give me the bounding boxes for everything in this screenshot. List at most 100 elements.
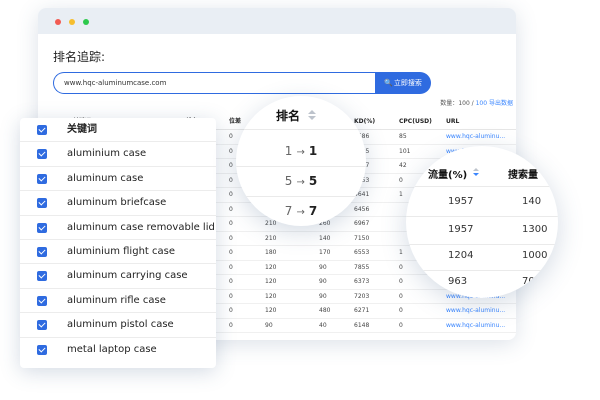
search-button-label: 立即搜索	[393, 79, 422, 87]
keyword-checkbox[interactable]	[37, 320, 47, 331]
cell-b: 480	[319, 307, 331, 314]
keyword-label: aluminum case	[67, 172, 144, 184]
sort-icon[interactable]	[308, 110, 316, 122]
keyword-label: metal laptop case	[67, 343, 157, 355]
cell-kd: 6373	[354, 278, 370, 285]
search-icon: 🔍	[384, 79, 393, 87]
minimize-window-button[interactable]	[69, 19, 75, 25]
list-item[interactable]: aluminum case removable lid	[20, 216, 216, 240]
keyword-list-header-label: 关键词	[67, 124, 97, 135]
rank-to: 1	[308, 144, 318, 158]
cell-kd: 7203	[354, 292, 370, 300]
traffic-value: 1957	[448, 196, 474, 207]
traffic-column-header[interactable]: 流量(%)	[428, 166, 467, 181]
cell-a: 120	[265, 263, 277, 271]
cell-a: 180	[265, 249, 277, 256]
cell-pos: 0	[229, 263, 233, 271]
keyword-checkbox[interactable]	[37, 246, 47, 257]
keyword-label: aluminium flight case	[67, 245, 175, 257]
rank-to: 5	[308, 174, 318, 188]
export-data-link[interactable]: 导出数据	[489, 100, 513, 107]
keyword-label: aluminum rifle case	[67, 294, 166, 306]
keyword-checkbox[interactable]	[37, 271, 47, 282]
keyword-list-header: 关键词	[20, 118, 216, 143]
keyword-checkbox[interactable]	[37, 295, 47, 306]
arrow-right-icon: →	[296, 207, 305, 218]
cell-a: 90	[265, 321, 273, 329]
list-item[interactable]: aluminum briefcase	[20, 191, 216, 216]
rank-from: 1	[284, 144, 293, 158]
maximize-window-button[interactable]	[83, 19, 89, 25]
list-item[interactable]: aluminum carrying case	[20, 264, 216, 289]
cell-b: 90	[319, 278, 327, 285]
search-input[interactable]: www.hqc-aluminumcase.com	[53, 72, 375, 94]
rank-zoom-header[interactable]: 排名	[276, 107, 300, 124]
rank-change: 7 → 7	[236, 204, 366, 218]
keyword-label: aluminum carrying case	[67, 270, 188, 282]
search-button[interactable]: 🔍立即搜索	[375, 72, 431, 94]
cell-b: 40	[319, 321, 327, 329]
keyword-label: aluminum pistol case	[67, 319, 174, 331]
search-volume-value: 140	[522, 196, 542, 207]
traffic-value: 1204	[448, 250, 474, 261]
cell-kd: 6967	[354, 220, 370, 227]
count-label: 数量：	[440, 100, 459, 107]
cell-cpc: 0	[399, 307, 403, 314]
keyword-list-panel: 关键词 aluminium case aluminum case aluminum …	[20, 118, 216, 368]
list-item[interactable]: aluminum pistol case	[20, 313, 216, 338]
cell-cpc: 0	[399, 278, 403, 285]
keyword-checkbox[interactable]	[37, 173, 47, 184]
count-total: 100	[475, 100, 488, 107]
list-item[interactable]: aluminium flight case	[20, 240, 216, 265]
column-position-change[interactable]: 位差	[229, 114, 241, 130]
search-volume-value: 1300	[522, 224, 548, 235]
search-volume-value: 1000	[522, 250, 548, 261]
cell-kd: 6553	[354, 249, 370, 256]
traffic-zoom-lens: 流量(%) 搜索量 1957 140 1957 1300 1204 1000 963 70	[406, 146, 558, 298]
rank-from: 7	[284, 204, 293, 218]
cell-cpc: 0	[399, 263, 403, 271]
cell-b: 90	[319, 292, 327, 300]
cell-pos: 0	[229, 133, 233, 140]
keyword-label: aluminium case	[67, 148, 147, 160]
keyword-checkbox[interactable]	[37, 344, 47, 355]
column-cpc[interactable]: CPC(USD)	[399, 114, 432, 130]
cell-a: 120	[265, 292, 277, 300]
close-window-button[interactable]	[55, 19, 61, 25]
cell-b: 170	[319, 249, 331, 256]
count-current: 100	[458, 100, 470, 107]
cell-url[interactable]: www.hqc-aluminu...	[446, 130, 505, 144]
select-all-keywords-checkbox[interactable]	[37, 125, 47, 135]
cell-kd: 6148	[354, 321, 370, 329]
search-volume-column-header[interactable]: 搜索量	[508, 166, 538, 181]
keyword-checkbox[interactable]	[37, 149, 47, 160]
cell-pos: 0	[229, 176, 233, 184]
column-url[interactable]: URL	[446, 114, 459, 130]
cell-pos: 0	[229, 162, 233, 169]
cell-cpc: 1	[399, 191, 403, 198]
list-item[interactable]: aluminum case	[20, 167, 216, 192]
cell-cpc: 101	[399, 147, 411, 155]
cell-pos: 0	[229, 307, 233, 314]
cell-cpc: 0	[399, 176, 403, 184]
list-item[interactable]: metal laptop case	[20, 338, 216, 362]
cell-b: 140	[319, 234, 331, 242]
keyword-label: aluminum briefcase	[67, 197, 167, 209]
cell-pos: 0	[229, 249, 233, 256]
rank-to: 7	[308, 204, 318, 218]
cell-url[interactable]: www.hqc-aluminu...	[446, 304, 505, 318]
list-item[interactable]: aluminium case	[20, 142, 216, 167]
keyword-checkbox[interactable]	[37, 222, 47, 233]
cell-a: 210	[265, 234, 277, 242]
cell-url[interactable]: www.hqc-aluminu...	[446, 319, 505, 333]
cell-cpc: 1	[399, 249, 403, 256]
keyword-checkbox[interactable]	[37, 198, 47, 209]
traffic-value: 1957	[448, 224, 474, 235]
cell-cpc: 0	[399, 292, 403, 300]
sort-icon[interactable]	[473, 168, 480, 178]
keyword-list-items: aluminium case aluminum case aluminum brie…	[20, 142, 216, 362]
rank-change: 1 → 1	[236, 144, 366, 158]
list-item[interactable]: aluminum rifle case	[20, 289, 216, 314]
search-volume-value: 70	[522, 276, 535, 287]
cell-a: 120	[265, 278, 277, 285]
